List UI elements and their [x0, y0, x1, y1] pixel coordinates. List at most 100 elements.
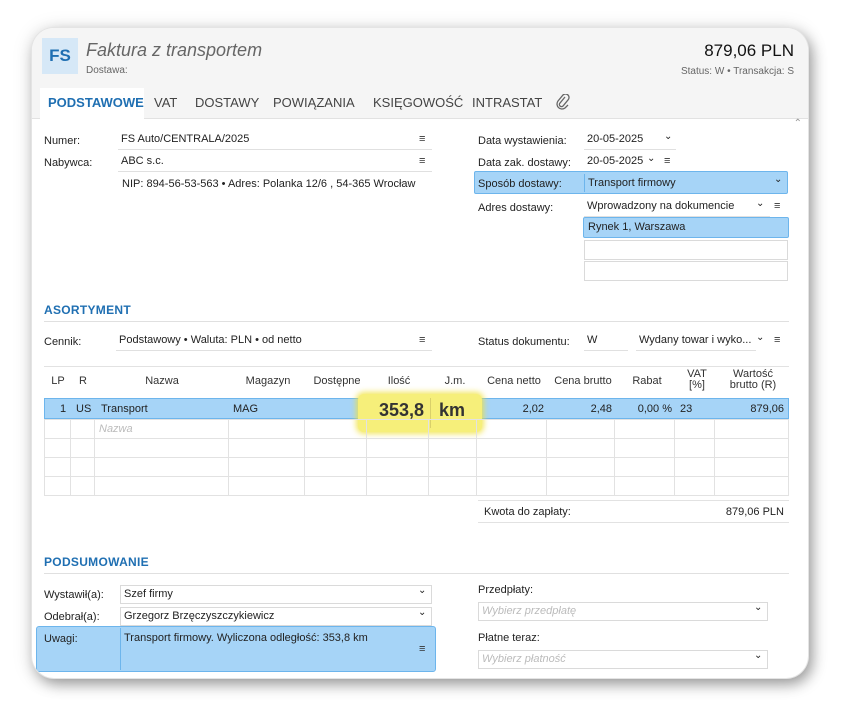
- status-value: W: [714, 66, 725, 77]
- cennik-menu-icon[interactable]: ≡: [419, 334, 425, 346]
- col-dostepne[interactable]: Dostępne: [306, 375, 368, 387]
- col-lp[interactable]: LP: [46, 375, 70, 387]
- col-rabat[interactable]: Rabat: [618, 375, 676, 387]
- status-label: Status:: [680, 66, 713, 77]
- numer-field[interactable]: FS Auto/CENTRALA/2025: [118, 131, 432, 150]
- chevron-down-icon[interactable]: ⌄: [774, 174, 782, 185]
- status-line: Status: W • Transakcja: S: [681, 66, 794, 77]
- document-subtitle: Dostawa:: [86, 65, 128, 76]
- nip-address-line: NIP: 894-56-53-563 • Adres: Polanka 12/6…: [122, 178, 416, 190]
- col-ilosc[interactable]: Ilość: [368, 375, 430, 387]
- data-zak-label: Data zak. dostawy:: [478, 157, 571, 169]
- row-cena-netto[interactable]: 2,02: [480, 403, 544, 415]
- chevron-down-icon[interactable]: ⌄: [418, 607, 426, 618]
- chevron-down-icon[interactable]: ⌄: [756, 198, 764, 209]
- row-ilosc[interactable]: 353,8: [362, 400, 424, 421]
- wystawil-select[interactable]: Szef firmy: [120, 585, 432, 604]
- chevron-down-icon[interactable]: ⌄: [418, 585, 426, 596]
- chevron-down-icon[interactable]: ⌄: [647, 153, 655, 164]
- section-divider: [44, 573, 789, 574]
- row-nazwa[interactable]: Transport: [101, 403, 148, 415]
- data-zak-field[interactable]: 20-05-2025: [584, 153, 676, 172]
- chevron-down-icon[interactable]: ⌄: [754, 602, 762, 613]
- tab-vat[interactable]: VAT: [154, 95, 177, 110]
- data-zak-menu-icon[interactable]: ≡: [664, 155, 670, 167]
- status-dokumentu-code[interactable]: W: [584, 332, 628, 351]
- document-title: Faktura z transportem: [86, 40, 263, 60]
- table-row[interactable]: [44, 457, 789, 477]
- transaction-label: Transakcja:: [733, 66, 785, 77]
- tab-intrastat[interactable]: INTRASTAT: [472, 95, 542, 110]
- asortyment-title: ASORTYMENT: [44, 303, 131, 317]
- chevron-down-icon[interactable]: ⌄: [756, 332, 764, 343]
- adres-line3-field[interactable]: [584, 261, 788, 281]
- adres-dostawy-select[interactable]: Wprowadzony na dokumencie: [584, 198, 770, 217]
- odebral-select[interactable]: Grzegorz Brzęczyszczykiewicz: [120, 607, 432, 626]
- transaction-value: S: [787, 66, 794, 77]
- uwagi-label: Uwagi:: [44, 633, 78, 645]
- kwota-value: 879,06 PLN: [725, 506, 784, 518]
- platne-teraz-select[interactable]: Wybierz płatność: [478, 650, 768, 669]
- paperclip-icon[interactable]: [556, 93, 570, 113]
- odebral-label: Odebrał(a):: [44, 611, 100, 623]
- table-row[interactable]: Nazwa: [44, 419, 789, 439]
- adres-dostawy-label: Adres dostawy:: [478, 202, 554, 214]
- cennik-field[interactable]: Podstawowy • Waluta: PLN • od netto: [116, 332, 432, 351]
- przedplaty-select[interactable]: Wybierz przedpłatę: [478, 602, 768, 621]
- status-dokumentu-label: Status dokumentu:: [478, 336, 570, 348]
- empty-rows-grid: Nazwa: [44, 419, 789, 496]
- platne-teraz-label: Płatne teraz:: [478, 632, 540, 644]
- tab-powiazania[interactable]: POWIĄZANIA: [273, 95, 355, 110]
- adres-line2-field[interactable]: [584, 240, 788, 260]
- row-r: US: [76, 403, 92, 415]
- row-vat[interactable]: 23: [680, 403, 692, 415]
- col-cena-brutto[interactable]: Cena brutto: [550, 375, 616, 387]
- total-amount: 879,06 PLN: [704, 41, 794, 60]
- status-menu-icon[interactable]: ≡: [774, 334, 780, 346]
- cennik-label: Cennik:: [44, 336, 82, 348]
- data-wystawienia-field[interactable]: 20-05-2025: [584, 131, 676, 150]
- tab-podstawowe[interactable]: PODSTAWOWE: [48, 95, 144, 110]
- row-jm[interactable]: km: [439, 400, 465, 421]
- nabywca-field[interactable]: ABC s.c.: [118, 153, 432, 172]
- numer-label: Numer:: [44, 135, 81, 147]
- chevron-down-icon[interactable]: ⌄: [664, 131, 672, 142]
- col-magazyn[interactable]: Magazyn: [230, 375, 306, 387]
- row-magazyn[interactable]: MAG: [233, 403, 258, 415]
- separator: •: [727, 66, 731, 77]
- document-window: FS Faktura z transportem Dostawa: 879,06…: [32, 28, 808, 678]
- sposob-dostawy-select[interactable]: Transport firmowy: [584, 174, 786, 192]
- col-wartosc-line2: brutto (R): [729, 379, 777, 391]
- tab-dostawy[interactable]: DOSTAWY: [195, 95, 259, 110]
- chevron-down-icon[interactable]: ⌄: [754, 650, 762, 661]
- table-row[interactable]: [44, 438, 789, 458]
- new-row-nazwa-input[interactable]: Nazwa: [94, 419, 229, 439]
- uwagi-menu-icon[interactable]: ≡: [419, 643, 425, 655]
- podsumowanie-title: PODSUMOWANIE: [44, 555, 149, 569]
- adres-line1-field[interactable]: Rynek 1, Warszawa: [583, 217, 789, 238]
- kwota-label: Kwota do zapłaty:: [484, 506, 571, 518]
- adres-menu-icon[interactable]: ≡: [774, 200, 780, 212]
- status-dokumentu-select[interactable]: Wydany towar i wyko...: [636, 332, 756, 351]
- col-wartosc[interactable]: Wartość brutto (R): [718, 369, 788, 391]
- nabywca-menu-icon[interactable]: ≡: [419, 155, 425, 167]
- col-jm[interactable]: J.m.: [432, 375, 478, 387]
- doc-type-badge: FS: [42, 38, 78, 74]
- numer-menu-icon[interactable]: ≡: [419, 133, 425, 145]
- row-rabat[interactable]: 0,00 %: [618, 403, 672, 415]
- scroll-up-icon[interactable]: ⌃: [794, 118, 802, 129]
- col-r[interactable]: R: [72, 375, 94, 387]
- uwagi-textarea[interactable]: Transport firmowy. Wyliczona odległość: …: [120, 628, 432, 670]
- tab-ksiegowosc[interactable]: KSIĘGOWOŚĆ: [373, 95, 463, 110]
- table-row[interactable]: [44, 476, 789, 496]
- data-wystawienia-label: Data wystawienia:: [478, 135, 567, 147]
- row-cena-brutto[interactable]: 2,48: [550, 403, 612, 415]
- row-wartosc: 879,06: [750, 403, 784, 415]
- col-cena-netto[interactable]: Cena netto: [480, 375, 548, 387]
- wystawil-label: Wystawił(a):: [44, 589, 104, 601]
- col-vat-line2: [%]: [689, 379, 705, 391]
- przedplaty-label: Przedpłaty:: [478, 584, 534, 596]
- col-vat[interactable]: VAT [%]: [678, 369, 716, 391]
- col-nazwa[interactable]: Nazwa: [96, 375, 228, 387]
- row-lp: 1: [60, 403, 67, 415]
